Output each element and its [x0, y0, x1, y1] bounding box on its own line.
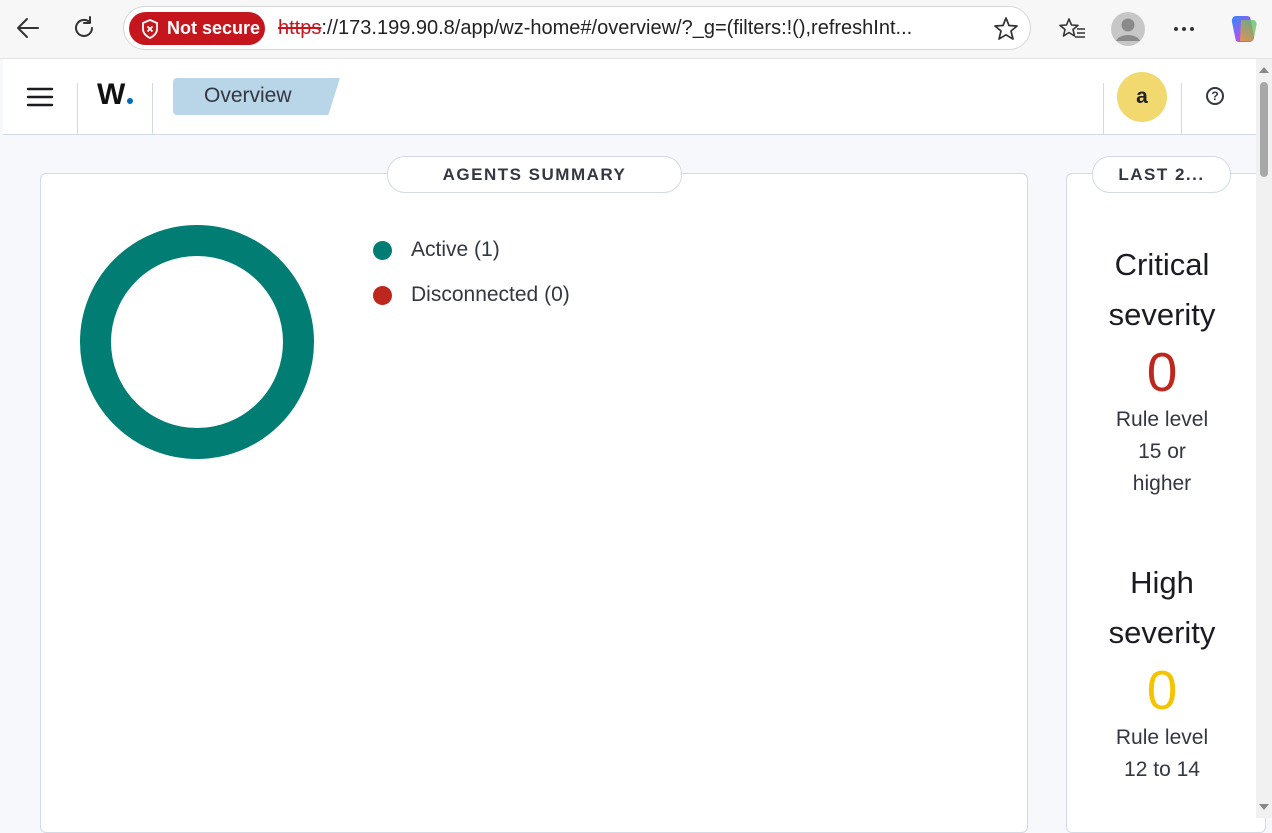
- favorite-button[interactable]: [992, 15, 1020, 43]
- favorites-list-icon: [1059, 18, 1085, 38]
- legend-item-active[interactable]: Active (1): [373, 238, 500, 262]
- legend-item-disconnected[interactable]: Disconnected (0): [373, 283, 570, 307]
- copilot-button[interactable]: [1226, 11, 1262, 47]
- user-avatar[interactable]: a: [1117, 72, 1167, 122]
- critical-severity-desc-line1: Rule level: [1115, 408, 1209, 431]
- shield-warning-icon: [142, 18, 158, 39]
- back-arrow-icon: [17, 18, 39, 38]
- breadcrumb-label: Overview: [204, 84, 292, 107]
- scrollbar-thumb[interactable]: [1260, 82, 1268, 177]
- header-divider: [152, 83, 153, 134]
- refresh-button[interactable]: [67, 11, 101, 45]
- refresh-icon: [75, 16, 93, 37]
- agents-donut-chart[interactable]: [77, 222, 317, 462]
- favorites-button[interactable]: [1055, 11, 1091, 47]
- hamburger-menu-icon: [26, 87, 54, 107]
- scroll-down-arrow-icon[interactable]: [1259, 804, 1269, 810]
- page-scrollbar[interactable]: [1256, 59, 1272, 818]
- legend-label-disconnected: Disconnected (0): [411, 283, 570, 306]
- browser-toolbar: Not secure https://173.199.90.8/app/wz-h…: [0, 0, 1272, 59]
- donut-slice-active[interactable]: [80, 225, 314, 459]
- breadcrumb-overview[interactable]: Overview: [173, 78, 340, 115]
- more-options-button[interactable]: [1166, 11, 1202, 47]
- logo-dot: [127, 98, 134, 104]
- legend-label-active: Active (1): [411, 238, 500, 261]
- profile-avatar-icon: [1111, 12, 1145, 46]
- logo-text: W: [97, 78, 125, 111]
- address-bar[interactable]: Not secure https://173.199.90.8/app/wz-h…: [123, 6, 1031, 50]
- url-scheme: https: [278, 17, 322, 39]
- not-secure-badge[interactable]: Not secure: [129, 12, 265, 45]
- critical-severity-desc-line3: higher: [1132, 472, 1192, 495]
- critical-severity-title-line1: Critical: [1114, 247, 1210, 282]
- critical-severity-desc-line2: 15 or: [1138, 440, 1186, 463]
- high-severity-title-line2: severity: [1108, 615, 1216, 650]
- profile-button[interactable]: [1110, 11, 1146, 47]
- critical-severity-title-line2: severity: [1108, 297, 1216, 332]
- high-severity-count[interactable]: 0: [1067, 658, 1257, 722]
- header-divider: [1181, 83, 1182, 134]
- help-icon[interactable]: ?: [1206, 87, 1224, 105]
- url-path: ://173.199.90.8/app/wz-home#/overview/?_…: [321, 17, 913, 39]
- not-secure-label: Not secure: [167, 18, 261, 38]
- high-severity-title-line1: High: [1130, 565, 1194, 600]
- ellipsis-icon: [1174, 27, 1194, 31]
- header-divider: [1103, 83, 1104, 134]
- menu-button[interactable]: [25, 84, 55, 110]
- legend-dot-active: [373, 240, 392, 260]
- header-divider: [77, 83, 78, 134]
- app-header: W Overview a ?: [3, 59, 1256, 135]
- agents-summary-title: AGENTS SUMMARY: [387, 156, 682, 193]
- legend-dot-disconnected: [373, 285, 392, 305]
- copilot-icon: [1231, 16, 1257, 42]
- app-logo[interactable]: W: [97, 78, 134, 112]
- critical-severity-count[interactable]: 0: [1067, 340, 1257, 404]
- high-severity-desc-line1: Rule level: [1115, 726, 1209, 749]
- scroll-up-arrow-icon[interactable]: [1259, 67, 1269, 73]
- high-severity-desc-line2: 12 to 14: [1124, 758, 1200, 781]
- high-severity-card: High severity 0 Rule level 12 to 14: [1067, 558, 1257, 786]
- last-alerts-title: LAST 2...: [1092, 156, 1231, 193]
- critical-severity-card: Critical severity 0 Rule level 15 or hig…: [1067, 240, 1257, 500]
- back-button[interactable]: [11, 11, 45, 45]
- url-text[interactable]: https://173.199.90.8/app/wz-home#/overvi…: [278, 17, 978, 40]
- star-icon: [994, 17, 1018, 40]
